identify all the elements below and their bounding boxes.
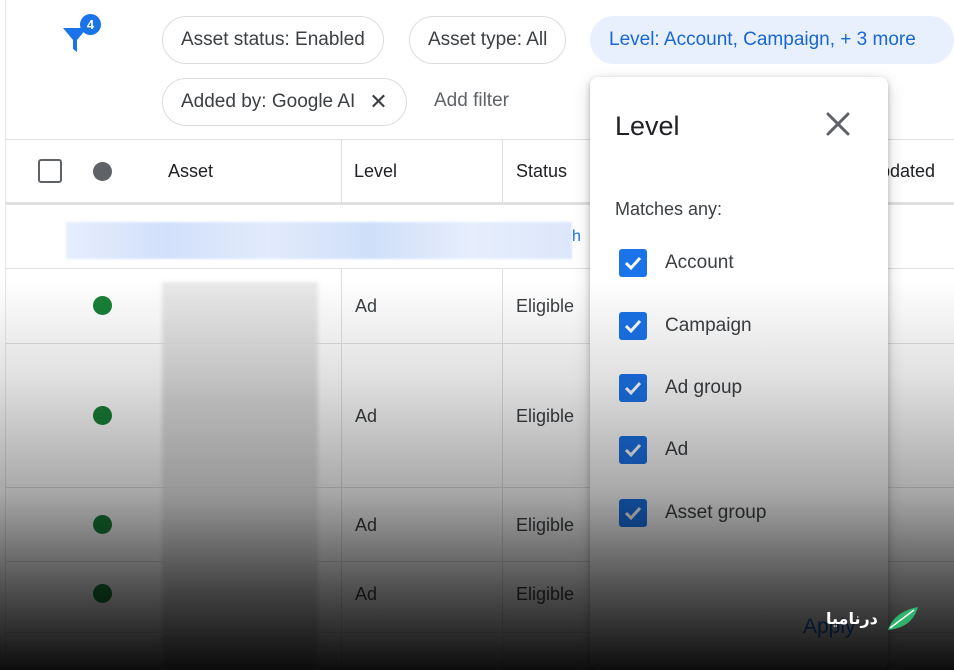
row-level: Ad bbox=[355, 515, 378, 535]
column-header-updated[interactable]: pdated bbox=[880, 161, 935, 182]
chip-asset-status[interactable]: Asset status: Enabled bbox=[162, 16, 384, 64]
watermark-text: درنامیا bbox=[826, 611, 878, 628]
checkbox-checked-icon[interactable] bbox=[619, 374, 647, 402]
row-status: Eligible bbox=[516, 515, 575, 535]
checkbox-checked-icon[interactable] bbox=[619, 436, 647, 464]
checkbox-checked-icon[interactable] bbox=[619, 499, 647, 527]
status-dot-enabled bbox=[93, 406, 112, 425]
row-status: Eligible bbox=[516, 406, 575, 426]
add-filter-button[interactable]: Add filter bbox=[434, 90, 509, 112]
option-ad[interactable]: Ad bbox=[619, 436, 688, 464]
watermark-logo: درنامیا bbox=[826, 604, 922, 634]
option-label: Campaign bbox=[665, 315, 752, 336]
option-label: Asset group bbox=[665, 502, 767, 523]
option-account[interactable]: Account bbox=[619, 249, 734, 277]
checkbox-checked-icon[interactable] bbox=[619, 312, 647, 340]
status-dot-enabled bbox=[93, 296, 112, 315]
status-column-icon bbox=[93, 162, 112, 181]
select-all-checkbox[interactable] bbox=[38, 159, 62, 183]
column-header-level[interactable]: Level bbox=[354, 161, 397, 182]
row-status: Eligible bbox=[516, 296, 575, 316]
row-status: Eligible bbox=[516, 584, 575, 604]
link-tail-text[interactable]: h bbox=[572, 228, 581, 246]
popup-title: Level bbox=[615, 111, 680, 141]
remove-chip-icon[interactable]: ✕ bbox=[369, 89, 387, 115]
column-divider bbox=[341, 140, 342, 203]
filter-icon[interactable]: 4 bbox=[58, 14, 106, 58]
chip-level-label: Level: Account, Campaign, + 3 more bbox=[609, 29, 916, 50]
leaf-logo-icon bbox=[887, 607, 918, 630]
row-level: Ad bbox=[355, 584, 378, 604]
matches-any-label: Matches any: bbox=[615, 199, 723, 219]
column-header-status[interactable]: Status bbox=[516, 161, 567, 182]
status-dot-enabled bbox=[93, 584, 112, 603]
close-icon[interactable] bbox=[823, 109, 853, 139]
status-dot-enabled bbox=[93, 515, 112, 534]
checkbox-checked-icon[interactable] bbox=[619, 249, 647, 277]
chip-added-by[interactable]: Added by: Google AI ✕ bbox=[162, 78, 407, 126]
chip-added-by-label: Added by: Google AI bbox=[181, 91, 356, 112]
level-filter-popup: Level Matches any: Account Campaign Ad g… bbox=[590, 77, 888, 670]
option-label: Ad bbox=[665, 439, 689, 460]
chip-asset-status-label: Asset status: Enabled bbox=[181, 29, 365, 50]
row-level: Ad bbox=[355, 296, 378, 316]
chip-level[interactable]: Level: Account, Campaign, + 3 more bbox=[590, 16, 954, 64]
column-divider bbox=[502, 140, 503, 203]
option-campaign[interactable]: Campaign bbox=[619, 312, 752, 340]
chip-asset-type[interactable]: Asset type: All bbox=[409, 16, 567, 64]
column-divider bbox=[502, 269, 503, 670]
option-asset-group[interactable]: Asset group bbox=[619, 499, 766, 527]
option-ad-group[interactable]: Ad group bbox=[619, 374, 742, 402]
row-level: Ad bbox=[355, 406, 378, 426]
option-label: Account bbox=[665, 252, 734, 273]
chip-asset-type-label: Asset type: All bbox=[428, 29, 548, 50]
asset-thumbnails-blurred bbox=[162, 282, 318, 670]
column-header-asset[interactable]: Asset bbox=[168, 161, 213, 182]
left-edge bbox=[0, 0, 6, 670]
column-divider bbox=[341, 269, 342, 670]
filter-count-badge: 4 bbox=[80, 14, 101, 35]
option-label: Ad group bbox=[665, 377, 743, 398]
blurred-link[interactable] bbox=[66, 222, 572, 259]
